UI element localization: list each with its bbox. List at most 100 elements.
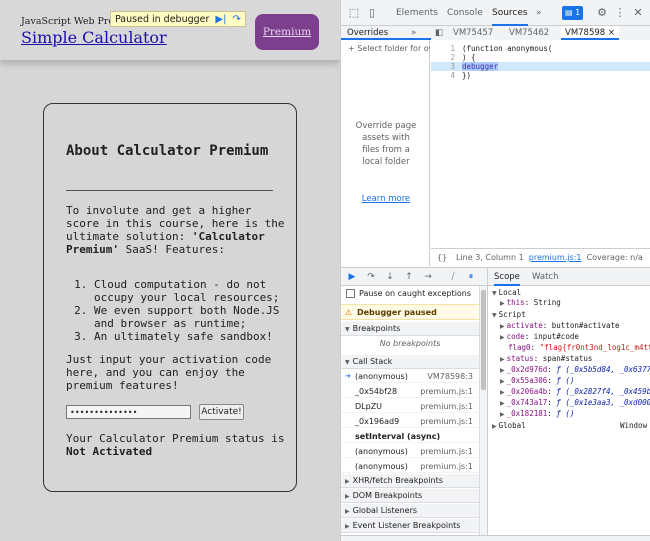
call-stack-section[interactable]: ▼ Call Stack (341, 355, 479, 369)
section-title: Global Listeners (352, 506, 418, 515)
event-listener-breakpoints-section[interactable]: ▶ Event Listener Breakpoints (341, 519, 479, 533)
var-key: _0x2d976d (506, 365, 548, 374)
code-editor[interactable]: 1 (function anonymous( 2 ) { 3 debugger … (431, 40, 650, 248)
devtools-panel: ⬚ ▯ Elements Console Sources » ▤ 1 ⚙ ⋮ ✕… (340, 0, 650, 541)
line-number[interactable]: 4 (441, 71, 455, 80)
close-icon[interactable]: ✕ (631, 6, 645, 20)
coverage-text: Coverage: n/a (586, 253, 643, 262)
step-over-icon[interactable]: ↷ (365, 271, 377, 283)
resume-icon[interactable]: ▶ (346, 271, 358, 283)
more-tabs-icon[interactable]: » (536, 0, 542, 26)
scope-var[interactable]: ▶ this: String (500, 298, 561, 308)
line-number[interactable]: 1 (441, 44, 455, 53)
scope-var[interactable]: ▶ _0x55a306: ƒ () (500, 376, 574, 386)
scope-var[interactable]: flag0: "flag{fr0nt3nd_log1c_m4tte (508, 343, 650, 353)
gear-icon[interactable]: ⚙ (595, 6, 609, 20)
call-frame[interactable]: _0x54bf28 premium.js:1 (341, 385, 479, 398)
source-file-link[interactable]: premium.js:1 (529, 253, 582, 262)
call-frame[interactable]: (anonymous) premium.js:1 (341, 445, 479, 458)
tab-overrides[interactable]: Overrides (341, 26, 431, 40)
line-number[interactable]: 2 (441, 53, 455, 62)
no-breakpoints: No breakpoints (379, 339, 441, 348)
pause-on-exceptions-icon[interactable]: ⏸ (465, 271, 477, 283)
frame-location[interactable]: VM78598:3 (427, 370, 473, 383)
learn-more-link[interactable]: Learn more (355, 194, 417, 204)
console-drawer[interactable] (341, 535, 650, 541)
global-listeners-section[interactable]: ▶ Global Listeners (341, 504, 479, 518)
scope-var[interactable]: ▶ _0x182181: ƒ () (500, 409, 574, 419)
frame-function: (anonymous) (355, 462, 408, 471)
scope-script[interactable]: ▼ Script (492, 310, 526, 320)
feature-item: We even support both Node.JS and browser… (94, 304, 289, 330)
scope-var[interactable]: ▶ status: span#status (500, 354, 592, 364)
issues-badge[interactable]: ▤ 1 (562, 6, 584, 20)
xhr-breakpoints-section[interactable]: ▶ XHR/fetch Breakpoints (341, 474, 479, 488)
frame-location[interactable]: premium.js:1 (420, 445, 473, 458)
expand-icon: ▶ (345, 508, 350, 515)
scope-var[interactable]: ▶ activate: button#activate (500, 321, 620, 331)
premium-button[interactable]: Premium (255, 14, 319, 50)
frame-location[interactable]: premium.js:1 (420, 400, 473, 413)
status-value: Not Activated (66, 445, 153, 458)
file-tab-vm75457[interactable]: VM75457 (453, 26, 493, 40)
more-sidebar-tabs-icon[interactable]: » (411, 26, 416, 40)
scope-var[interactable]: ▶ _0x2d976d: ƒ (_0x5b5d84, _0x637722 (500, 365, 650, 375)
site-title-link[interactable]: Simple Calculator (21, 28, 167, 47)
resume-icon[interactable]: ▶| (215, 14, 226, 25)
step-icon[interactable]: → (422, 271, 434, 283)
step-over-icon[interactable]: ↷ (232, 14, 240, 25)
breakpoints-section[interactable]: ▼ Breakpoints (341, 322, 479, 336)
expand-icon: ▶ (500, 334, 505, 341)
deactivate-breakpoints-icon[interactable]: ⧸ (447, 271, 459, 283)
scope-global[interactable]: ▶ Global Window (492, 421, 648, 431)
file-tab-vm78598[interactable]: VM78598 × (561, 26, 620, 40)
scrollbar[interactable] (479, 286, 487, 541)
call-frame[interactable]: (anonymous) premium.js:1 (341, 460, 479, 473)
pretty-print-icon[interactable]: {} (437, 249, 447, 267)
about-title: About Calculator Premium (66, 143, 269, 159)
select-folder-button[interactable]: + Select folder for ov (348, 44, 430, 53)
code-text: }) (462, 71, 472, 80)
code-line: 4 }) (431, 71, 650, 80)
var-key: _0x55a306 (506, 376, 548, 385)
status-line: Your Calculator Premium status is Not Ac… (66, 432, 286, 458)
file-tab-vm75462[interactable]: VM75462 (509, 26, 549, 40)
line-number[interactable]: 3 (441, 62, 455, 71)
scope-var[interactable]: ▶ code: input#code (500, 332, 579, 342)
dom-breakpoints-section[interactable]: ▶ DOM Breakpoints (341, 489, 479, 503)
var-value: ƒ (_0x5b5d84, _0x637722 (556, 365, 650, 374)
editor-status-bar: {} Line 3, Column 1 premium.js:1 Coverag… (431, 248, 650, 266)
scope-var[interactable]: ▶ _0x743a17: ƒ (_0x1e3aa3, _0xd00066 (500, 398, 650, 408)
pause-on-caught-exceptions[interactable]: Pause on caught exceptions (346, 289, 471, 298)
activation-code-input[interactable] (66, 405, 191, 419)
step-out-icon[interactable]: ↑ (403, 271, 415, 283)
scrollbar-thumb[interactable] (481, 290, 486, 390)
tab-console[interactable]: Console (447, 0, 483, 26)
call-frame-current[interactable]: ➔ (anonymous) VM78598:3 (341, 370, 479, 383)
frame-function: setInterval (async) (355, 432, 441, 441)
activate-button[interactable]: Activate! (199, 404, 244, 420)
toggle-navigator-icon[interactable]: ◧ (435, 26, 443, 40)
checkbox[interactable] (346, 289, 355, 298)
frame-location[interactable]: premium.js:1 (420, 415, 473, 428)
close-tab-icon[interactable]: × (608, 28, 615, 38)
expand-icon: ▶ (500, 411, 505, 418)
call-frame[interactable]: _0x196ad9 premium.js:1 (341, 415, 479, 428)
scope-var[interactable]: ▶ _0x206a4b: ƒ (_0x2827f4, _0x459bb6 (500, 387, 650, 397)
expand-icon: ▶ (500, 356, 505, 363)
frame-location[interactable]: premium.js:1 (420, 460, 473, 473)
frame-function: (anonymous) (355, 447, 408, 456)
tab-elements[interactable]: Elements (396, 0, 438, 26)
scope-local[interactable]: ▼ Local (492, 288, 521, 298)
kebab-menu-icon[interactable]: ⋮ (613, 6, 627, 20)
frame-function: _0x196ad9 (355, 417, 400, 426)
expand-icon: ▶ (500, 300, 505, 307)
frame-location[interactable]: premium.js:1 (420, 385, 473, 398)
tab-scope[interactable]: Scope (494, 268, 520, 286)
call-frame[interactable]: DLpZU premium.js:1 (341, 400, 479, 413)
tab-sources[interactable]: Sources (492, 0, 528, 26)
step-into-icon[interactable]: ↓ (384, 271, 396, 283)
device-toolbar-icon[interactable]: ▯ (365, 6, 379, 20)
tab-watch[interactable]: Watch (532, 268, 558, 286)
inspect-element-icon[interactable]: ⬚ (347, 6, 361, 20)
